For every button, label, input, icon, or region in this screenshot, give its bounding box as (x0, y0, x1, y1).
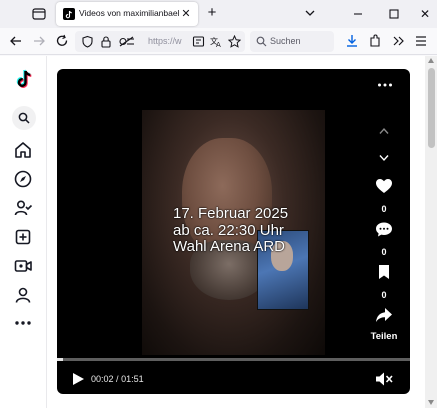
search-placeholder: Suchen (270, 36, 301, 46)
more-options-icon[interactable] (377, 81, 393, 89)
time-display: 00:02 / 01:51 (91, 374, 144, 384)
download-icon[interactable] (344, 33, 360, 49)
comment-icon (376, 222, 392, 237)
tab-overview-icon[interactable] (31, 6, 47, 22)
overlay-line-1: 17. Februar 2025 (173, 205, 289, 222)
profile-icon[interactable] (13, 285, 33, 305)
below-player-area (57, 397, 410, 408)
next-video-icon[interactable] (378, 154, 390, 162)
plus-icon[interactable]: + (204, 5, 220, 21)
explore-icon[interactable] (13, 169, 33, 189)
overlay-line-2: ab ca. 22:30 Uhr (173, 221, 284, 239)
search-input[interactable]: Suchen (250, 31, 334, 52)
progress-bar[interactable] (57, 358, 410, 361)
time-separator: / (116, 374, 119, 384)
lock-icon[interactable] (100, 35, 112, 48)
active-tab[interactable]: Videos von maximilianbaehring ✕ (56, 2, 198, 26)
heart-icon (376, 179, 392, 193)
translate-icon[interactable]: 文 A (210, 35, 223, 48)
sidebar-search-button[interactable] (12, 106, 36, 130)
browser-window: Videos von maximilianbaehring ✕ + ✕ (0, 0, 437, 408)
live-icon[interactable] (13, 256, 33, 276)
bookmark-icon (379, 265, 389, 279)
permissions-icon[interactable] (118, 35, 136, 48)
url-text: https://w (148, 36, 182, 46)
tab-title: Videos von maximilianbaehring (79, 8, 179, 18)
previous-video-icon[interactable] (378, 127, 390, 135)
like-button[interactable]: 0 (371, 178, 397, 214)
chevron-down-icon[interactable] (303, 6, 317, 20)
like-count: 0 (381, 204, 387, 214)
upload-icon[interactable] (13, 227, 33, 247)
home-icon[interactable] (13, 140, 33, 160)
maximize-icon[interactable] (386, 6, 402, 22)
time-total: 01:51 (121, 374, 144, 384)
overflow-icon[interactable] (390, 33, 406, 49)
search-icon (256, 36, 267, 47)
reader-icon[interactable] (192, 35, 205, 48)
window-close-icon[interactable]: ✕ (417, 6, 433, 22)
following-icon[interactable] (13, 198, 33, 218)
video-overlay-text: 17. Februar 2025 ab ca. 22:30 Uhr Wahl A… (173, 205, 289, 256)
time-current: 00:02 (91, 374, 114, 384)
forward-icon[interactable] (31, 33, 47, 49)
search-icon (18, 112, 30, 124)
scroll-up-arrow-icon[interactable] (428, 58, 434, 63)
svg-text:A: A (216, 41, 221, 48)
progress-fill (57, 358, 64, 361)
mute-icon[interactable] (375, 371, 393, 387)
scrollbar[interactable] (425, 56, 437, 408)
tiktok-logo-icon[interactable] (13, 68, 35, 92)
save-count: 0 (381, 290, 387, 300)
bookmark-star-icon[interactable] (228, 35, 241, 48)
tiktok-favicon-icon (63, 8, 75, 20)
extensions-icon[interactable] (367, 33, 383, 49)
url-bar[interactable]: https://w 文 A (75, 31, 245, 52)
page-content: 17. Februar 2025 ab ca. 22:30 Uhr Wahl A… (0, 56, 437, 408)
share-icon (376, 308, 392, 322)
sidebar (0, 56, 47, 408)
comment-count: 0 (381, 247, 387, 257)
menu-icon[interactable] (413, 33, 429, 49)
overlay-line-3: Wahl Arena ARD (173, 238, 285, 255)
more-dots-icon[interactable] (13, 313, 33, 333)
comment-button[interactable]: 0 (371, 221, 397, 257)
share-label: Teilen (370, 331, 398, 342)
close-icon[interactable]: ✕ (178, 6, 194, 22)
tab-strip: Videos von maximilianbaehring ✕ + ✕ (0, 0, 437, 28)
scroll-thumb[interactable] (428, 68, 435, 148)
shield-icon[interactable] (81, 35, 94, 48)
share-button[interactable] (371, 307, 397, 325)
back-icon[interactable] (8, 33, 24, 49)
navigation-bar: https://w 文 A Suchen (0, 28, 437, 55)
reload-icon[interactable] (54, 33, 70, 49)
minimize-icon[interactable] (350, 6, 366, 22)
play-icon[interactable] (71, 372, 85, 386)
video-player[interactable]: 17. Februar 2025 ab ca. 22:30 Uhr Wahl A… (57, 69, 410, 394)
save-button[interactable]: 0 (371, 264, 397, 300)
scroll-down-arrow-icon[interactable] (428, 400, 434, 405)
